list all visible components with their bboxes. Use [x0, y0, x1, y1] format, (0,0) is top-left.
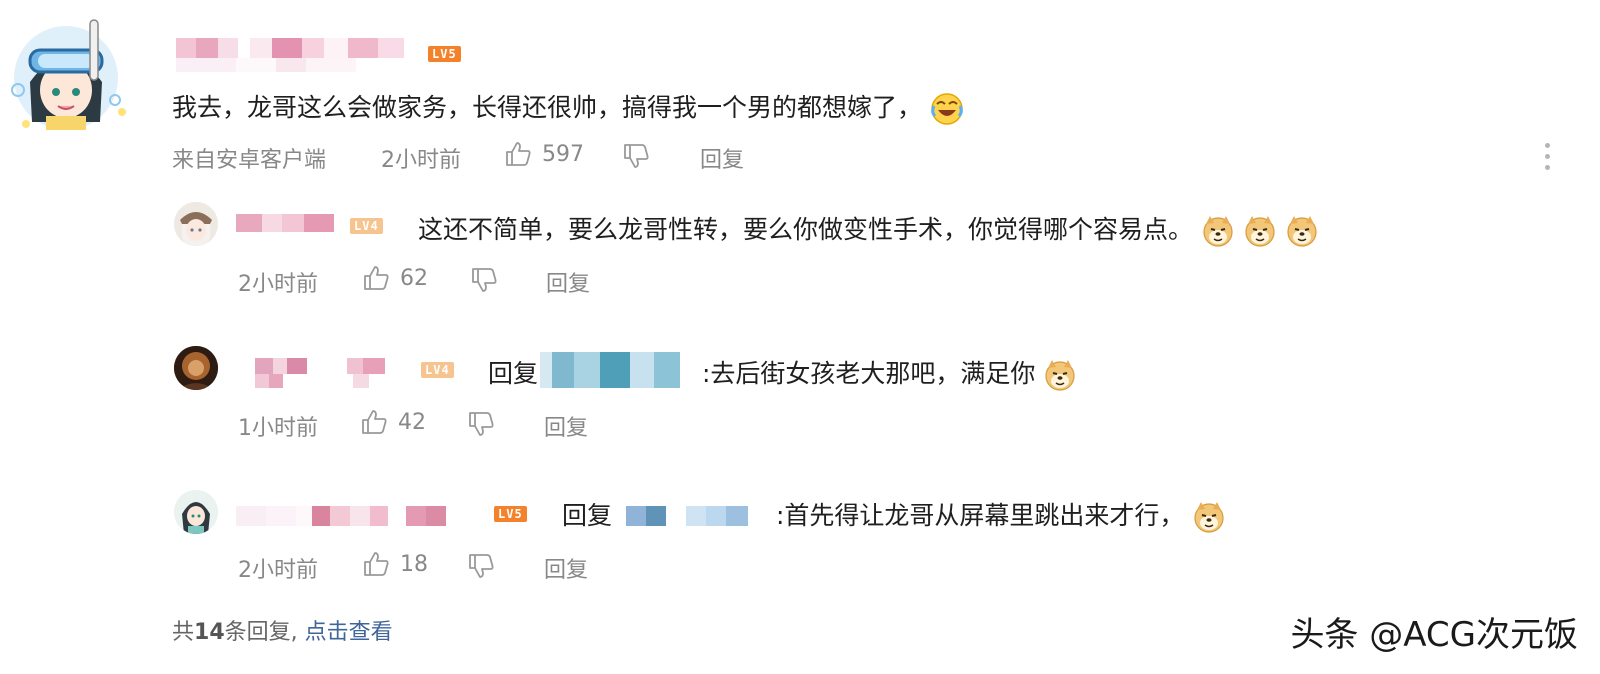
reply-2-dislike-button[interactable] [467, 410, 495, 442]
reply-1-text: 这还不简单，要么龙哥性转，要么你做变性手术，你觉得哪个容易点。 [418, 210, 1319, 248]
reply-2-reply-button[interactable]: 回复 [544, 410, 588, 442]
thumbs-up-icon [506, 142, 531, 166]
reply-3-reply-prefix: 回复 [562, 501, 613, 530]
main-comment-source: 来自安卓客户端 [172, 148, 327, 173]
main-comment-text: 我去，龙哥这么会做家务，长得还很帅，搞得我一个男的都想嫁了， [172, 88, 964, 126]
reply-1-level-badge: LV4 [350, 218, 383, 234]
main-commenter-avatar[interactable] [0, 12, 132, 134]
reply-3-time: 2小时前 [238, 558, 318, 583]
reply-3-like-count: 18 [400, 551, 428, 577]
thumbs-up-icon [364, 266, 389, 290]
reply-2-level-badge: LV4 [421, 362, 454, 378]
main-reply-button[interactable]: 回复 [700, 142, 744, 174]
reply-2-reply-prefix: 回复 [488, 359, 539, 388]
reply-1-like-button[interactable]: 62 [362, 264, 428, 292]
reply-3-level-badge: LV5 [494, 506, 527, 522]
more-options-icon[interactable] [1541, 143, 1553, 176]
reply-1-body: 这还不简单，要么龙哥性转，要么你做变性手术，你觉得哪个容易点。 [418, 215, 1194, 244]
reply-2-time: 1小时前 [238, 416, 318, 441]
thumbs-down-icon [624, 144, 649, 168]
view-replies-link[interactable]: 点击查看 [305, 620, 393, 645]
main-like-count: 597 [542, 141, 584, 167]
reply-1-time: 2小时前 [238, 272, 318, 297]
main-dislike-button[interactable] [622, 142, 650, 174]
doge-emoji-icon [1244, 215, 1275, 247]
doge-emoji-icon [1202, 215, 1233, 247]
main-commenter-username-blur [176, 58, 356, 72]
reply-count-number: 14 [194, 620, 225, 645]
laugh-cry-emoji-icon [931, 93, 963, 125]
reply-3-reply-button[interactable]: 回复 [544, 552, 588, 584]
reply-3-like-button[interactable]: 18 [362, 550, 428, 578]
thumbs-down-icon [472, 268, 497, 292]
watermark: 头条 @ACG次元饭 [1290, 615, 1578, 655]
reply-3-body: :首先得让龙哥从屏幕里跳出来才行， [776, 501, 1185, 530]
doge-emoji-icon [1045, 359, 1076, 391]
doge-emoji-icon [1286, 215, 1317, 247]
reply-2-body: :去后街女孩老大那吧，满足你 [702, 359, 1036, 388]
reply-1-like-count: 62 [400, 265, 428, 291]
reply-3-avatar[interactable] [174, 490, 218, 534]
reply-2-target-username[interactable] [540, 352, 680, 388]
reply-3-dislike-button[interactable] [467, 552, 495, 584]
reply-2-username-blur [255, 374, 369, 388]
reply-1-reply-button[interactable]: 回复 [546, 266, 590, 298]
thumbs-down-icon [469, 554, 494, 578]
reply-2-like-button[interactable]: 42 [360, 408, 426, 436]
reply-count-footer: 共14条回复, 点击查看 [172, 614, 393, 646]
thumbs-down-icon [469, 412, 494, 436]
reply-3-target-username[interactable] [626, 506, 748, 526]
main-level-badge: LV5 [428, 46, 461, 62]
doge-emoji-icon [1194, 501, 1225, 533]
reply-1-dislike-button[interactable] [470, 266, 498, 298]
thumbs-up-icon [362, 410, 387, 434]
reply-count-prefix: 共 [172, 620, 195, 645]
reply-2-avatar[interactable] [174, 346, 218, 390]
reply-1-username[interactable] [236, 214, 334, 232]
main-like-button[interactable]: 597 [504, 140, 584, 168]
thumbs-up-icon [364, 552, 389, 576]
reply-count-suffix: 条回复, [224, 620, 298, 645]
reply-3-username[interactable] [236, 506, 446, 526]
main-commenter-username[interactable] [176, 38, 404, 58]
main-comment-body: 我去，龙哥这么会做家务，长得还很帅，搞得我一个男的都想嫁了， [172, 93, 923, 122]
reply-2-username[interactable] [255, 358, 385, 374]
reply-2-text: :去后街女孩老大那吧，满足你 [702, 354, 1077, 392]
reply-3-text: :首先得让龙哥从屏幕里跳出来才行， [776, 496, 1226, 534]
main-comment-time: 2小时前 [381, 148, 461, 173]
reply-1-avatar[interactable] [174, 202, 218, 246]
reply-2-like-count: 42 [398, 409, 426, 435]
